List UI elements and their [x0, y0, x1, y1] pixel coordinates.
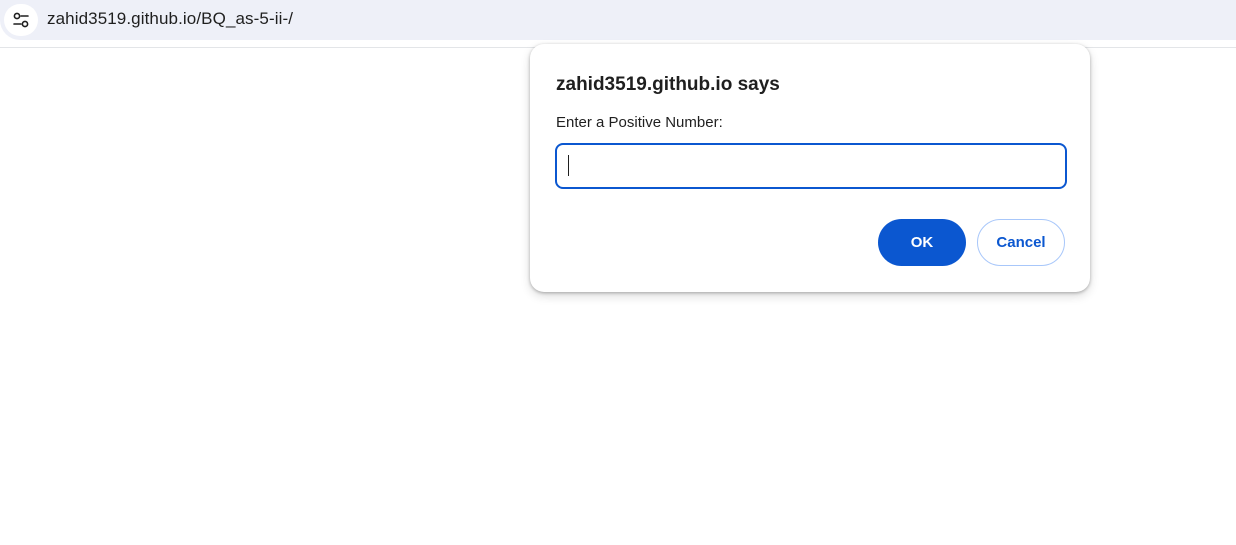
cancel-button[interactable]: Cancel: [977, 219, 1065, 266]
ok-button[interactable]: OK: [878, 219, 966, 266]
tune-icon: [13, 12, 29, 28]
site-info-button[interactable]: [4, 4, 38, 36]
browser-toolbar: zahid3519.github.io/BQ_as-5-ii-/: [0, 0, 1236, 48]
dialog-message: Enter a Positive Number:: [556, 114, 723, 131]
dialog-title: zahid3519.github.io says: [556, 74, 780, 95]
prompt-dialog: zahid3519.github.io says Enter a Positiv…: [530, 44, 1090, 292]
prompt-input[interactable]: [555, 143, 1067, 189]
text-caret: [568, 155, 569, 176]
address-bar[interactable]: zahid3519.github.io/BQ_as-5-ii-/: [0, 0, 1236, 40]
url-text[interactable]: zahid3519.github.io/BQ_as-5-ii-/: [47, 9, 293, 29]
